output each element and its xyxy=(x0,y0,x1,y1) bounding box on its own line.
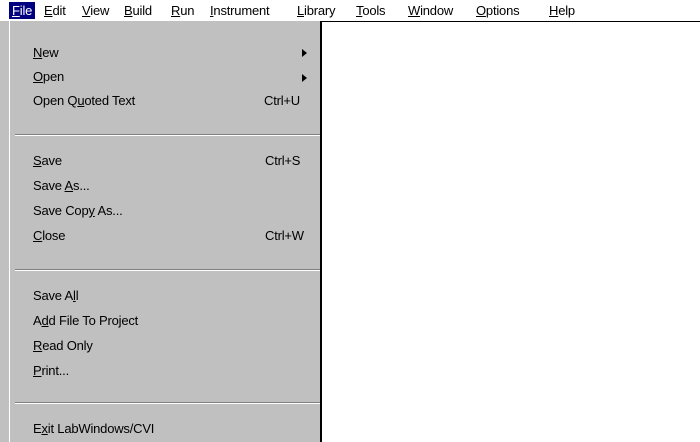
menu-help[interactable]: Help xyxy=(549,3,575,19)
menu-item-new[interactable]: New xyxy=(33,44,59,62)
menu-item-print[interactable]: Print... xyxy=(33,362,69,380)
menu-view[interactable]: View xyxy=(82,3,109,19)
menu-run[interactable]: Run xyxy=(171,3,194,19)
shortcut-label: Ctrl+U xyxy=(264,93,300,108)
menu-item-save[interactable]: Save Ctrl+S xyxy=(33,152,300,170)
menu-item-open[interactable]: Open xyxy=(33,68,64,86)
menu-item-read-only[interactable]: Read Only xyxy=(33,337,93,355)
submenu-arrow-icon xyxy=(302,49,307,57)
menu-separator xyxy=(15,402,321,404)
menu-item-add-file-to-project[interactable]: Add File To Project xyxy=(33,312,138,330)
menu-separator xyxy=(15,269,321,271)
menu-item-exit[interactable]: Exit LabWindows/CVI xyxy=(33,420,154,438)
shortcut-label: Ctrl+S xyxy=(265,153,301,168)
menu-item-save-copy-as[interactable]: Save Copy As... xyxy=(33,202,123,220)
menu-file[interactable]: File xyxy=(9,2,36,19)
menu-tools[interactable]: Tools xyxy=(356,3,386,19)
menu-item-save-all[interactable]: Save All xyxy=(33,287,79,305)
menu-edit[interactable]: Edit xyxy=(44,3,66,19)
menu-window[interactable]: Window xyxy=(408,3,453,19)
menu-build[interactable]: Build xyxy=(124,3,152,19)
menu-options[interactable]: Options xyxy=(476,3,520,19)
menu-item-save-as[interactable]: Save As... xyxy=(33,177,90,195)
menu-library[interactable]: Library xyxy=(297,3,336,19)
shortcut-label: Ctrl+W xyxy=(265,228,304,243)
submenu-arrow-icon xyxy=(302,74,307,82)
menu-instrument[interactable]: Instrument xyxy=(210,3,270,19)
file-menu-dropdown: New Open Open Quoted Text Ctrl+U Save Ctrl… xyxy=(0,21,322,442)
menu-separator xyxy=(15,134,321,136)
menu-bar: File Edit View Build Run Instrument Libr… xyxy=(0,0,700,22)
menu-item-open-quoted-text[interactable]: Open Quoted Text Ctrl+U xyxy=(33,92,300,110)
menu-item-close[interactable]: Close Ctrl+W xyxy=(33,227,304,245)
